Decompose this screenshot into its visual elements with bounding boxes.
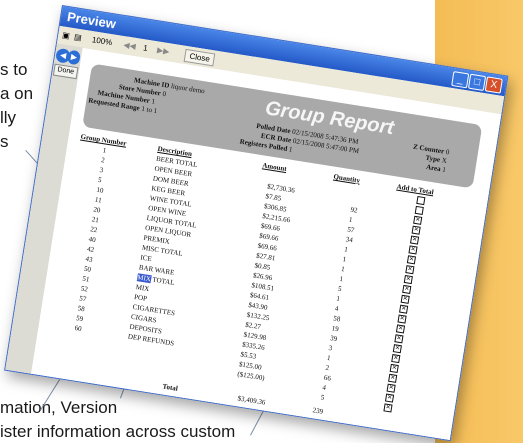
amount-cell: $0.85	[254, 261, 271, 272]
amount-cell: $69.66	[258, 231, 279, 243]
quantity-cell: 3	[328, 343, 333, 353]
add-to-total-checkbox[interactable]: ✕	[409, 235, 420, 245]
quantity-cell: 66	[323, 373, 332, 383]
background-text-line: a on	[0, 84, 34, 103]
preview-window: Preview _ □ X ▣ ▤ 100% ◀◀ 1 ▶▶ Close ◀ ▶…	[4, 5, 509, 442]
add-to-total-checkbox[interactable]: ✕	[413, 215, 423, 225]
group-number-cell: 20	[92, 205, 101, 215]
background-text-bottom-2: ister information across custom	[0, 422, 236, 441]
next-page-icon[interactable]: ▶▶	[156, 45, 170, 58]
quantity-cell: 1	[326, 353, 332, 363]
quantity-cell: 1	[338, 274, 344, 284]
area-field: Area 1	[425, 163, 447, 175]
group-number-cell: 2	[100, 156, 106, 165]
zoom-select[interactable]: 100%	[91, 34, 113, 48]
group-number-cell: 10	[95, 185, 105, 195]
quantity-cell: 92	[349, 205, 359, 215]
close-window-button[interactable]: X	[484, 76, 503, 94]
add-to-total-checkbox[interactable]: ✕	[406, 255, 417, 265]
done-button[interactable]: Done	[52, 63, 79, 80]
amount-cell: $69.66	[257, 241, 278, 253]
quantity-cell: 4	[334, 304, 339, 313]
forward-icon[interactable]: ▶	[66, 49, 81, 66]
quantity-cell: 1	[343, 245, 349, 254]
amount-cell: $26.96	[252, 271, 273, 283]
add-to-total-checkbox[interactable]: ✕	[383, 403, 393, 413]
amount-cell: $7.85	[264, 192, 282, 203]
add-to-total-checkbox[interactable]: ✕	[384, 393, 395, 403]
add-to-total-checkbox[interactable]: ✕	[408, 245, 418, 255]
group-number-cell: 1	[102, 146, 107, 155]
add-to-total-checkbox[interactable]: ✕	[389, 363, 399, 374]
print-icon[interactable]: ▣	[61, 29, 71, 41]
quantity-cell: 4	[321, 383, 327, 392]
add-to-total-checkbox[interactable]: ✕	[399, 304, 409, 314]
quantity-cell: 39	[329, 334, 338, 344]
add-to-total-checkbox[interactable]: ✕	[386, 383, 396, 393]
total-amount: $3,409.36	[237, 394, 266, 407]
group-number-cell: 3	[99, 165, 104, 175]
amount-cell: $69.66	[260, 221, 281, 233]
add-to-total-checkbox[interactable]: ✕	[395, 324, 406, 334]
background-text-line: lly	[0, 108, 17, 127]
group-number-cell: 58	[77, 304, 86, 314]
add-to-total-checkbox[interactable]: ✕	[388, 373, 398, 383]
quantity-cell: 2	[324, 363, 330, 373]
quantity-cell: 5	[320, 393, 325, 402]
quantity-cell: 1	[335, 294, 341, 304]
quantity-cell: 1	[340, 264, 346, 274]
background-text-bottom-1: mation, Version	[0, 398, 118, 417]
group-number-cell: 50	[83, 264, 92, 274]
group-number-cell: 5	[97, 175, 103, 185]
amount-cell: $5.53	[239, 350, 257, 361]
minimize-button[interactable]: _	[451, 71, 470, 89]
group-number-cell: 22	[89, 225, 98, 235]
quantity-cell: 5	[337, 284, 343, 294]
amount-cell: $2.27	[244, 320, 262, 332]
group-report-page: Group Report Machine ID liquor demo Stor…	[30, 47, 502, 441]
add-to-total-checkbox[interactable]	[416, 195, 426, 206]
group-number-cell: 60	[74, 324, 83, 333]
add-to-total-checkbox[interactable]: ✕	[403, 274, 413, 285]
group-number-cell: 59	[75, 314, 84, 324]
total-quantity: 239	[312, 406, 324, 416]
maximize-button[interactable]: □	[467, 73, 487, 92]
group-number-cell: 42	[86, 244, 95, 254]
add-to-total-checkbox[interactable]: ✕	[392, 344, 402, 354]
description-cell: MIX	[135, 283, 150, 294]
background-text-line: s	[0, 132, 9, 151]
total-label: Total	[161, 382, 179, 393]
add-to-total-checkbox[interactable]: ✕	[402, 284, 412, 295]
page-number-field[interactable]: 1	[142, 42, 149, 54]
group-number-cell: 11	[94, 195, 103, 205]
add-to-total-checkbox[interactable]: ✕	[405, 265, 415, 275]
add-to-total-checkbox[interactable]: ✕	[411, 225, 421, 235]
group-number-cell: 52	[80, 284, 89, 294]
amount-cell: $27.81	[255, 251, 276, 263]
add-to-total-checkbox[interactable]: ✕	[397, 314, 407, 324]
amount-cell: $43.90	[247, 300, 269, 312]
add-to-total-checkbox[interactable]	[414, 205, 424, 215]
quantity-cell: 1	[348, 215, 354, 225]
background-text-line: s to	[0, 60, 28, 79]
description-cell: POP	[133, 292, 148, 303]
page-setup-icon[interactable]: ▤	[73, 31, 82, 43]
quantity-cell: 57	[346, 225, 355, 235]
group-number-cell: 21	[91, 215, 100, 225]
amount-cell: $64.61	[249, 291, 270, 302]
prev-page-icon[interactable]: ◀◀	[123, 39, 137, 52]
description-cell: ICE	[139, 253, 153, 264]
quantity-cell: 34	[345, 235, 354, 245]
group-number-cell: 51	[81, 274, 90, 284]
group-number-cell: 57	[78, 294, 87, 304]
quantity-cell: 58	[332, 314, 341, 324]
add-to-total-checkbox[interactable]: ✕	[394, 334, 404, 344]
add-to-total-checkbox[interactable]: ✕	[400, 294, 410, 304]
quantity-cell: 1	[342, 255, 347, 264]
add-to-total-checkbox[interactable]: ✕	[391, 353, 401, 364]
quantity-cell: 19	[331, 324, 340, 334]
group-number-cell: 40	[88, 235, 97, 245]
group-number-cell: 43	[84, 254, 94, 264]
